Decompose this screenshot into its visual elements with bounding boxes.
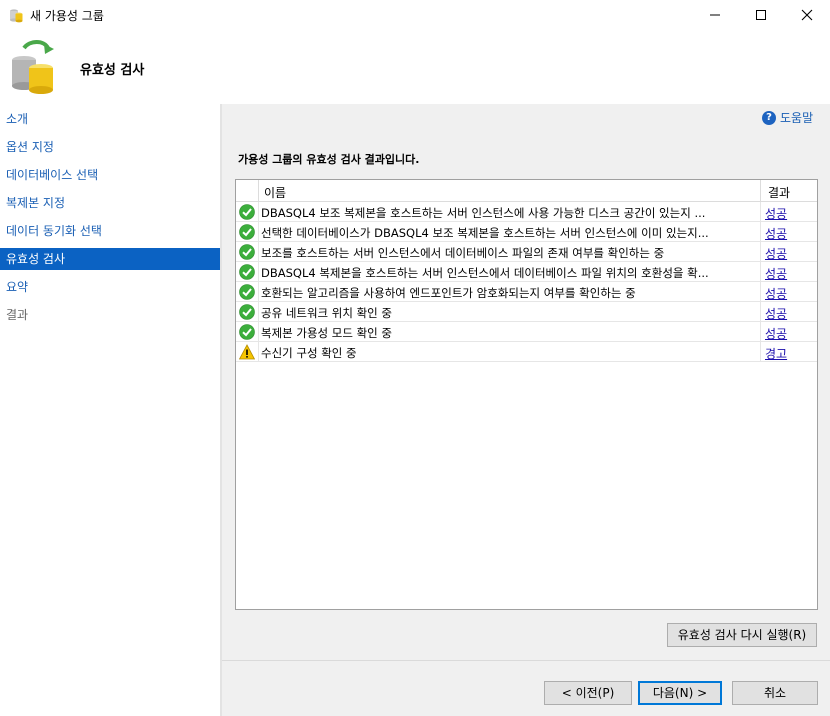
nav-item-select-databases[interactable]: 데이터베이스 선택 bbox=[0, 164, 220, 186]
success-check-icon bbox=[239, 284, 255, 300]
nav-divider bbox=[220, 104, 222, 716]
page-title: 유효성 검사 bbox=[80, 63, 145, 78]
row-separator bbox=[258, 202, 259, 222]
help-link[interactable]: ? 도움말 bbox=[762, 109, 813, 126]
table-row[interactable]: 보조를 호스트하는 서버 인스턴스에서 데이터베이스 파일의 존재 여부를 확인… bbox=[236, 242, 817, 262]
help-label: 도움말 bbox=[780, 111, 814, 125]
page-header: 유효성 검사 bbox=[0, 30, 830, 104]
cancel-button[interactable]: 취소 bbox=[732, 681, 818, 705]
row-separator bbox=[258, 302, 259, 322]
title-bar: 새 가용성 그룹 bbox=[0, 0, 830, 30]
column-header-result[interactable]: 결과 bbox=[768, 184, 790, 201]
row-separator bbox=[760, 262, 761, 282]
results-caption: 가용성 그룹의 유효성 검사 결과입니다. bbox=[238, 153, 420, 166]
check-result-link[interactable]: 성공 bbox=[765, 285, 787, 302]
row-separator bbox=[258, 222, 259, 242]
grid-header: 이름 결과 bbox=[236, 180, 817, 202]
check-result-link[interactable]: 성공 bbox=[765, 265, 787, 282]
nav-item-validation[interactable]: 유효성 검사 bbox=[0, 248, 220, 270]
table-row[interactable]: 호환되는 알고리즘을 사용하여 엔드포인트가 암호화되는지 여부를 확인하는 중… bbox=[236, 282, 817, 302]
wizard-nav: 소개 옵션 지정 데이터베이스 선택 복제본 지정 데이터 동기화 선택 유효성… bbox=[0, 104, 220, 716]
next-button[interactable]: 다음(N) > bbox=[638, 681, 722, 705]
row-separator bbox=[258, 282, 259, 302]
check-name: 보조를 호스트하는 서버 인스턴스에서 데이터베이스 파일의 존재 여부를 확인… bbox=[261, 246, 665, 260]
table-row[interactable]: 선택한 데이터베이스가 DBASQL4 보조 복제본을 호스트하는 서버 인스턴… bbox=[236, 222, 817, 242]
success-check-icon bbox=[239, 244, 255, 260]
row-separator bbox=[760, 282, 761, 302]
check-name: 복제본 가용성 모드 확인 중 bbox=[261, 326, 393, 340]
success-check-icon bbox=[239, 224, 255, 240]
success-check-icon bbox=[239, 264, 255, 280]
check-result-link[interactable]: 경고 bbox=[765, 345, 787, 362]
footer-divider bbox=[222, 660, 830, 661]
maximize-button[interactable] bbox=[738, 0, 784, 30]
table-row[interactable]: DBASQL4 복제본을 호스트하는 서버 인스턴스에서 데이터베이스 파일 위… bbox=[236, 262, 817, 282]
success-check-icon bbox=[239, 324, 255, 340]
row-separator bbox=[760, 322, 761, 342]
table-row[interactable]: 수신기 구성 확인 중 경고 bbox=[236, 342, 817, 362]
close-button[interactable] bbox=[784, 0, 830, 30]
check-name: 공유 네트워크 위치 확인 중 bbox=[261, 306, 393, 320]
check-name: 수신기 구성 확인 중 bbox=[261, 346, 357, 360]
rerun-validation-button[interactable]: 유효성 검사 다시 실행(R) bbox=[667, 623, 817, 647]
row-separator bbox=[760, 222, 761, 242]
previous-button[interactable]: < 이전(P) bbox=[544, 681, 632, 705]
wizard-window: 새 가용성 그룹 유효성 검사 소개 옵션 지정 데이터베이스 선택 복제본 지… bbox=[0, 0, 830, 716]
table-row[interactable]: 복제본 가용성 모드 확인 중 성공 bbox=[236, 322, 817, 342]
validation-results-grid[interactable]: 이름 결과 DBASQL4 보조 복제본을 호스트하는 서버 인스턴스에 사용 … bbox=[235, 179, 818, 610]
nav-item-summary[interactable]: 요약 bbox=[0, 276, 220, 298]
table-row[interactable]: 공유 네트워크 위치 확인 중 성공 bbox=[236, 302, 817, 322]
row-separator bbox=[760, 202, 761, 222]
check-result-link[interactable]: 성공 bbox=[765, 205, 787, 222]
row-separator bbox=[258, 262, 259, 282]
nav-item-options[interactable]: 옵션 지정 bbox=[0, 136, 220, 158]
check-name: 호환되는 알고리즘을 사용하여 엔드포인트가 암호화되는지 여부를 확인하는 중 bbox=[261, 286, 636, 300]
row-separator bbox=[760, 302, 761, 322]
row-separator bbox=[760, 242, 761, 262]
minimize-icon bbox=[710, 14, 720, 16]
table-row[interactable]: DBASQL4 보조 복제본을 호스트하는 서버 인스턴스에 사용 가능한 디스… bbox=[236, 202, 817, 222]
database-sync-icon bbox=[12, 40, 54, 94]
check-result-link[interactable]: 성공 bbox=[765, 325, 787, 342]
header-separator bbox=[258, 180, 259, 202]
maximize-icon bbox=[756, 10, 766, 20]
nav-item-data-sync[interactable]: 데이터 동기화 선택 bbox=[0, 220, 220, 242]
row-separator bbox=[760, 342, 761, 362]
check-result-link[interactable]: 성공 bbox=[765, 305, 787, 322]
check-result-link[interactable]: 성공 bbox=[765, 225, 787, 242]
warning-icon bbox=[239, 344, 255, 360]
success-check-icon bbox=[239, 204, 255, 220]
check-name: DBASQL4 복제본을 호스트하는 서버 인스턴스에서 데이터베이스 파일 위… bbox=[261, 266, 709, 280]
app-icon bbox=[10, 9, 23, 23]
window-title: 새 가용성 그룹 bbox=[30, 9, 104, 23]
row-separator bbox=[258, 322, 259, 342]
check-name: 선택한 데이터베이스가 DBASQL4 보조 복제본을 호스트하는 서버 인스턴… bbox=[261, 226, 709, 240]
nav-item-specify-replicas[interactable]: 복제본 지정 bbox=[0, 192, 220, 214]
check-result-link[interactable]: 성공 bbox=[765, 245, 787, 262]
help-icon: ? bbox=[762, 110, 776, 125]
check-name: DBASQL4 보조 복제본을 호스트하는 서버 인스턴스에 사용 가능한 디스… bbox=[261, 206, 706, 220]
close-icon bbox=[801, 9, 813, 21]
row-separator bbox=[258, 242, 259, 262]
header-separator bbox=[760, 180, 761, 202]
nav-item-results: 결과 bbox=[6, 308, 29, 322]
row-separator bbox=[258, 342, 259, 362]
nav-item-intro[interactable]: 소개 bbox=[0, 108, 220, 130]
success-check-icon bbox=[239, 304, 255, 320]
minimize-button[interactable] bbox=[692, 0, 738, 30]
column-header-name[interactable]: 이름 bbox=[264, 184, 286, 201]
